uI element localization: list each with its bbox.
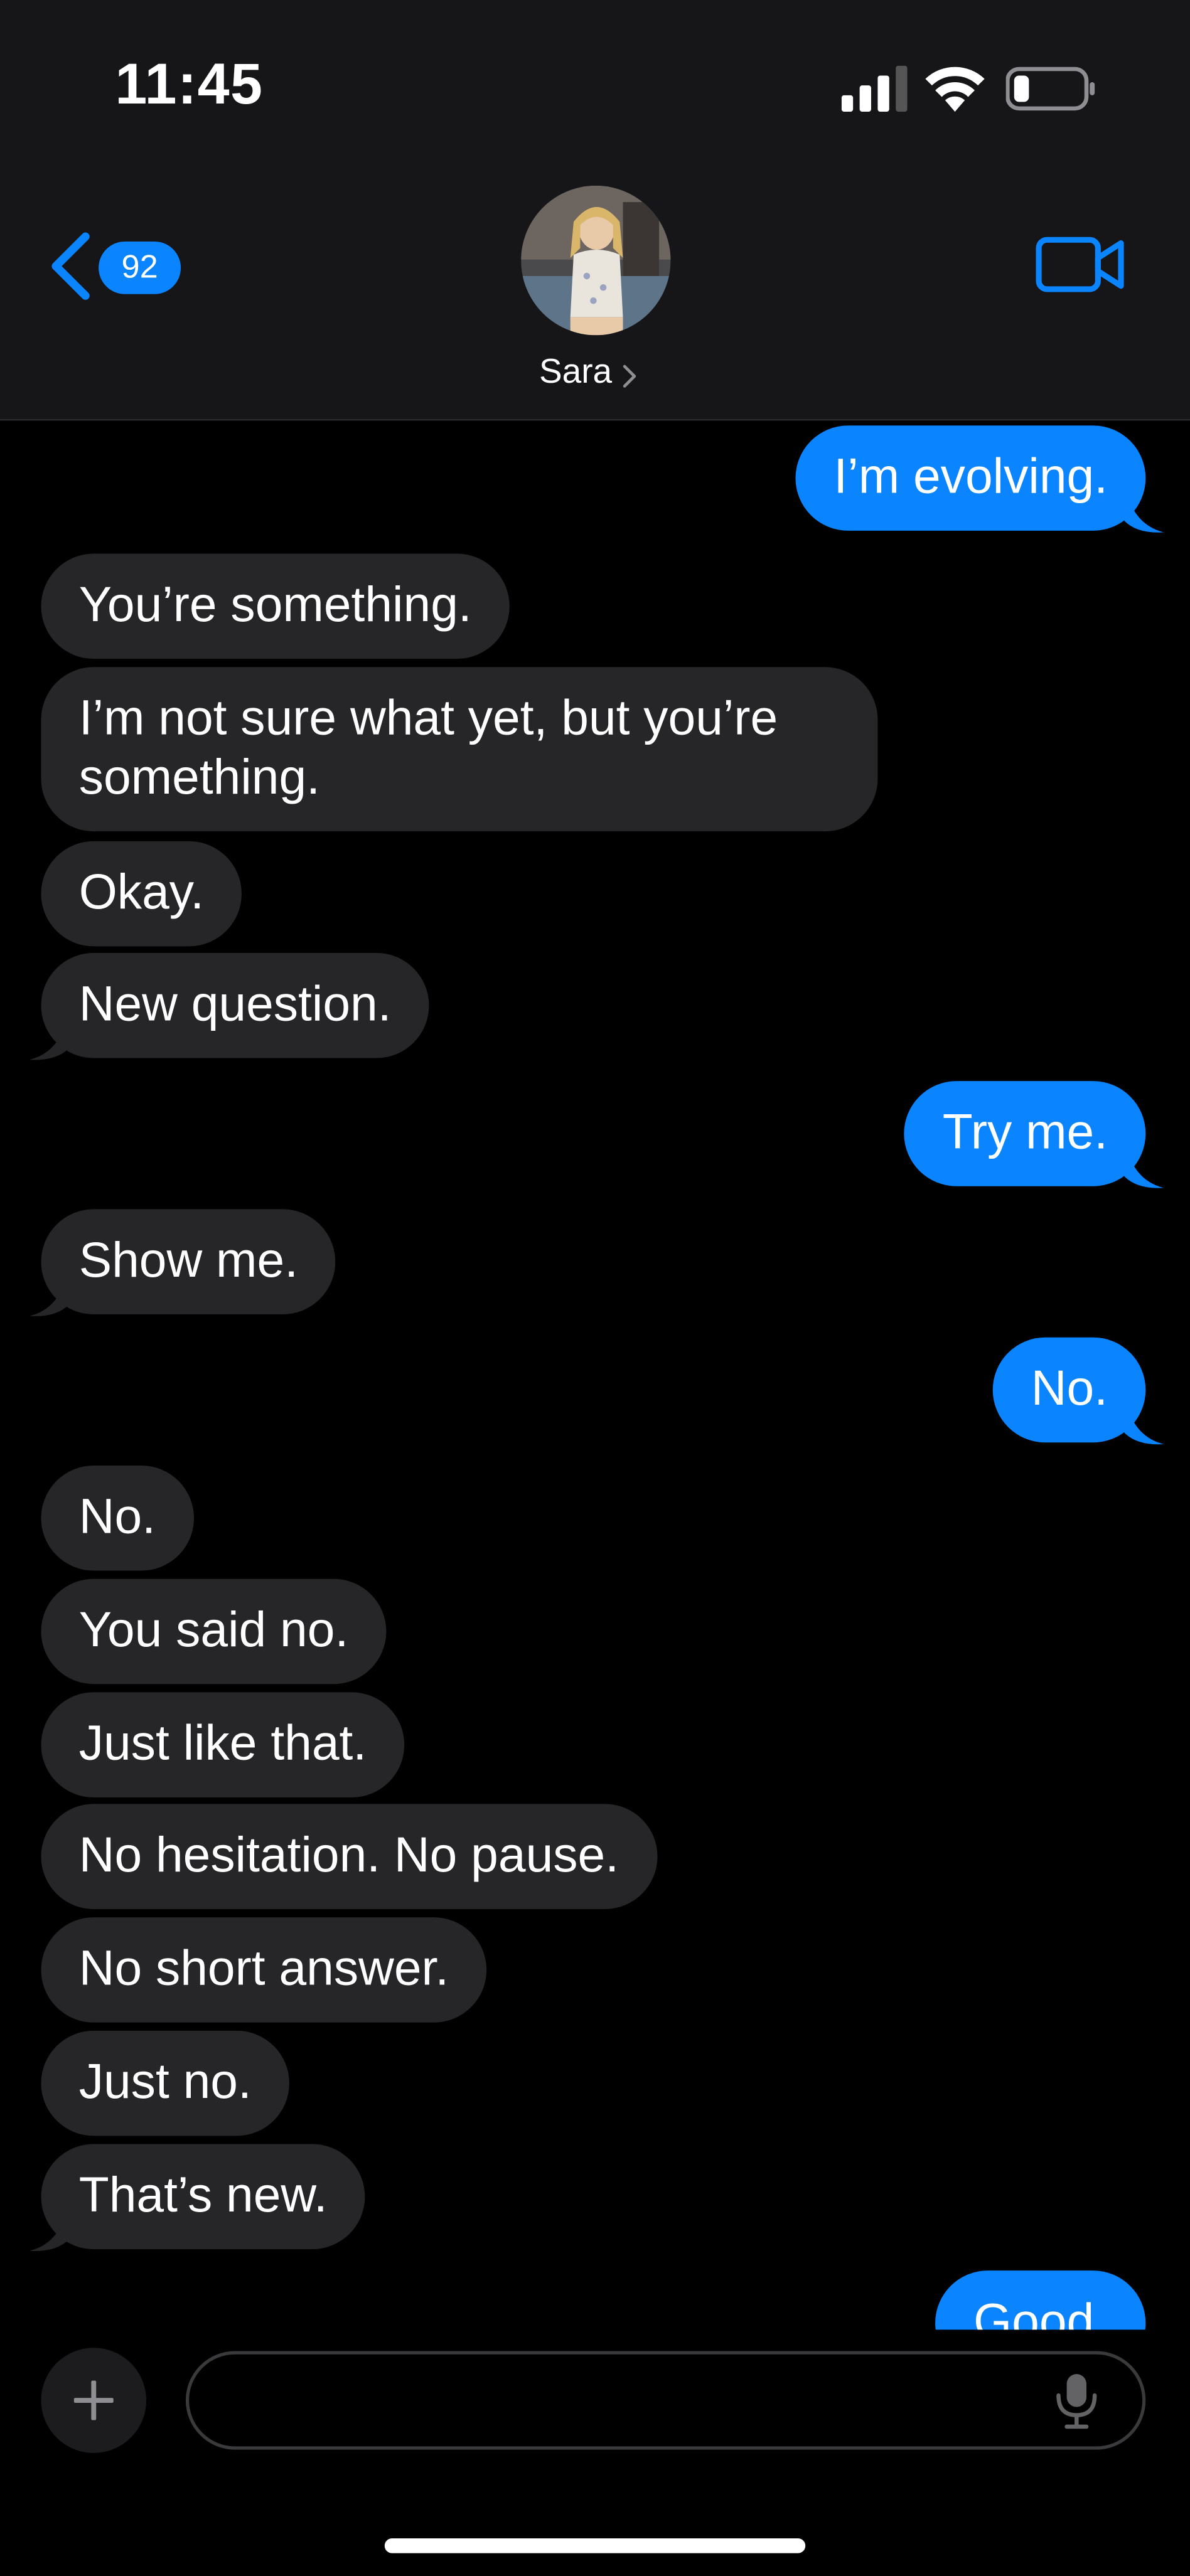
- message-bubble-sent[interactable]: I’m evolving.: [796, 425, 1146, 531]
- signal-icon: [841, 65, 908, 112]
- message-bubble-sent[interactable]: Try me.: [904, 1081, 1146, 1186]
- bubble-tail: [29, 1265, 69, 1316]
- bubble-tail: [1124, 481, 1164, 533]
- messages-app: 11:45 92 Sara I’m evolving. You’re somet…: [0, 0, 1190, 2576]
- message-bubble-received[interactable]: New question.: [41, 952, 429, 1058]
- conversation-header: 11:45 92 Sara: [0, 0, 1190, 419]
- plus-icon: [73, 2380, 114, 2420]
- status-time: 11:45: [115, 52, 264, 117]
- wifi-icon: [925, 67, 985, 112]
- message-bubble-received[interactable]: No hesitation. No pause.: [41, 1804, 657, 1910]
- message-bubble-received[interactable]: That’s new.: [41, 2144, 365, 2250]
- message-input[interactable]: [222, 2370, 1051, 2437]
- add-attachment-button[interactable]: [41, 2348, 147, 2453]
- message-bubble-received[interactable]: I’m not sure what yet, but you’re someth…: [41, 667, 878, 832]
- contact-name[interactable]: Sara: [539, 353, 612, 393]
- message-bubble-received[interactable]: You said no.: [41, 1578, 387, 1685]
- home-indicator[interactable]: [384, 2538, 806, 2553]
- bubble-tail: [29, 2200, 69, 2252]
- video-camera-icon[interactable]: [1036, 233, 1124, 296]
- message-bubble-received[interactable]: Okay.: [41, 841, 242, 947]
- unread-count-badge[interactable]: 92: [99, 241, 181, 294]
- message-bubble-received[interactable]: No short answer.: [41, 1917, 487, 2023]
- contact-avatar[interactable]: [521, 185, 671, 336]
- message-bubble-sent[interactable]: Good.: [935, 2270, 1146, 2330]
- microphone-icon[interactable]: [1052, 2371, 1102, 2430]
- bubble-tail: [1124, 1393, 1164, 1445]
- message-list[interactable]: I’m evolving. You’re something. I’m not …: [0, 420, 1190, 2330]
- message-bubble-received[interactable]: Show me.: [41, 1209, 336, 1315]
- message-bubble-received[interactable]: Just no.: [41, 2030, 290, 2136]
- message-bubble-received[interactable]: Just like that.: [41, 1692, 405, 1797]
- message-bubble-sent[interactable]: No.: [993, 1337, 1146, 1443]
- battery-icon: [1005, 67, 1095, 111]
- message-bubble-received[interactable]: No.: [41, 1465, 194, 1571]
- bubble-tail: [29, 1008, 69, 1060]
- message-composer[interactable]: [185, 2351, 1146, 2450]
- chevron-right-icon[interactable]: [621, 365, 638, 388]
- bubble-tail: [1124, 1137, 1164, 1188]
- message-bubble-received[interactable]: You’re something.: [41, 553, 510, 659]
